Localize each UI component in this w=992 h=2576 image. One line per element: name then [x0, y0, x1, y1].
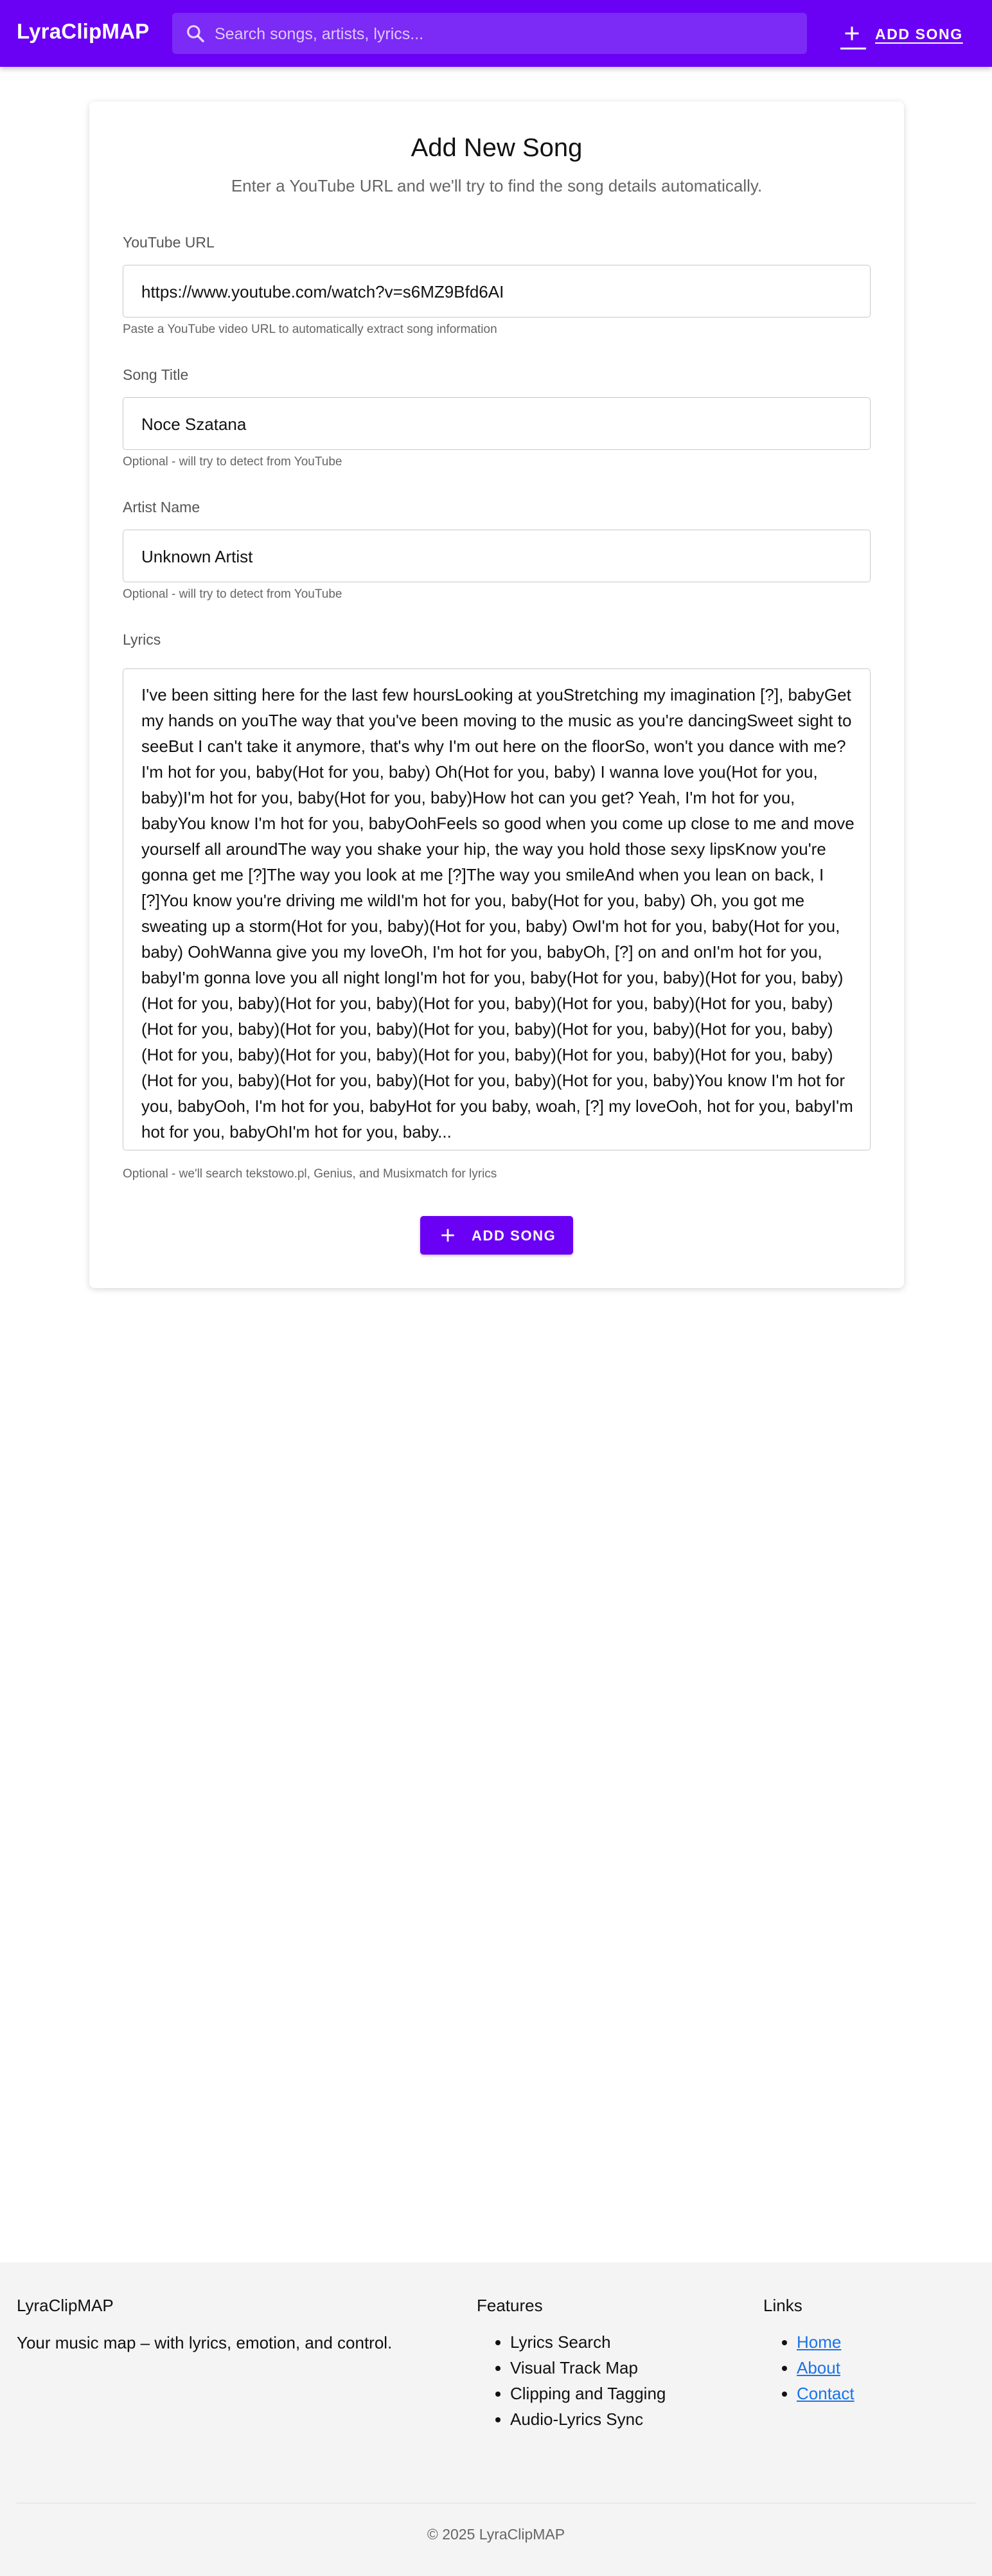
footer-tagline: Your music map – with lyrics, emotion, a… [17, 2333, 393, 2352]
search-icon [187, 25, 204, 42]
links-heading: Links [763, 2296, 802, 2315]
copyright: © 2025 LyraClipMAP [427, 2526, 565, 2543]
artist-name-label: Artist Name [123, 499, 200, 515]
lyrics-label: Lyrics [123, 631, 161, 648]
song-title-label: Song Title [123, 366, 189, 383]
about-link[interactable]: About [797, 2358, 840, 2377]
site-footer: LyraClipMAP Your music map – with lyrics… [0, 2262, 992, 2576]
plus-icon [845, 26, 859, 40]
add-song-card: Add New Song Enter a YouTube URL and we'… [89, 102, 904, 1288]
brand-logo[interactable]: LyraClipMAP [17, 19, 149, 44]
youtube-url-label: YouTube URL [123, 234, 215, 251]
lyrics-hint: Optional - we'll search tekstowo.pl, Gen… [123, 1167, 497, 1181]
add-song-submit-button[interactable]: ADD SONG [420, 1216, 573, 1255]
youtube-url-value: https://www.youtube.com/watch?v=s6MZ9Bfd… [141, 282, 504, 301]
link-item-home: Home [797, 2329, 855, 2355]
youtube-url-field[interactable]: https://www.youtube.com/watch?v=s6MZ9Bfd… [123, 265, 871, 318]
add-song-nav-button[interactable]: ADD SONG [833, 14, 969, 53]
link-item-about: About [797, 2355, 855, 2381]
song-title-value: Noce Szatana [141, 415, 247, 434]
plus-icon [441, 1229, 454, 1242]
lyrics-textarea[interactable]: I've been sitting here for the last few … [123, 668, 871, 1150]
add-song-submit-label: ADD SONG [472, 1228, 556, 1244]
song-title-field[interactable]: Noce Szatana [123, 397, 871, 450]
home-link[interactable]: Home [797, 2332, 841, 2352]
add-song-nav-label: ADD SONG [875, 26, 963, 42]
footer-brand: LyraClipMAP [17, 2296, 114, 2315]
contact-link[interactable]: Contact [797, 2384, 855, 2403]
artist-name-hint: Optional - will try to detect from YouTu… [123, 587, 342, 601]
youtube-url-hint: Paste a YouTube video URL to automatical… [123, 323, 497, 336]
links-list: Home About Contact [763, 2329, 855, 2406]
search-bar[interactable]: Search songs, artists, lyrics... [172, 13, 807, 54]
features-list: Lyrics Search Visual Track Map Clipping … [477, 2329, 666, 2432]
features-heading: Features [477, 2296, 543, 2315]
feature-item: Audio-Lyrics Sync [510, 2406, 666, 2432]
link-item-contact: Contact [797, 2381, 855, 2406]
feature-item: Lyrics Search [510, 2329, 666, 2355]
song-title-hint: Optional - will try to detect from YouTu… [123, 455, 342, 469]
page-title: Add New Song [411, 134, 583, 162]
icon-underline [840, 48, 866, 49]
artist-name-field[interactable]: Unknown Artist [123, 530, 871, 582]
page-subtitle: Enter a YouTube URL and we'll try to fin… [231, 176, 763, 195]
artist-name-value: Unknown Artist [141, 547, 253, 566]
feature-item: Clipping and Tagging [510, 2381, 666, 2406]
feature-item: Visual Track Map [510, 2355, 666, 2381]
search-input[interactable]: Search songs, artists, lyrics... [215, 25, 423, 44]
app-header: LyraClipMAP Search songs, artists, lyric… [0, 0, 992, 67]
lyrics-value: I've been sitting here for the last few … [141, 685, 855, 1141]
